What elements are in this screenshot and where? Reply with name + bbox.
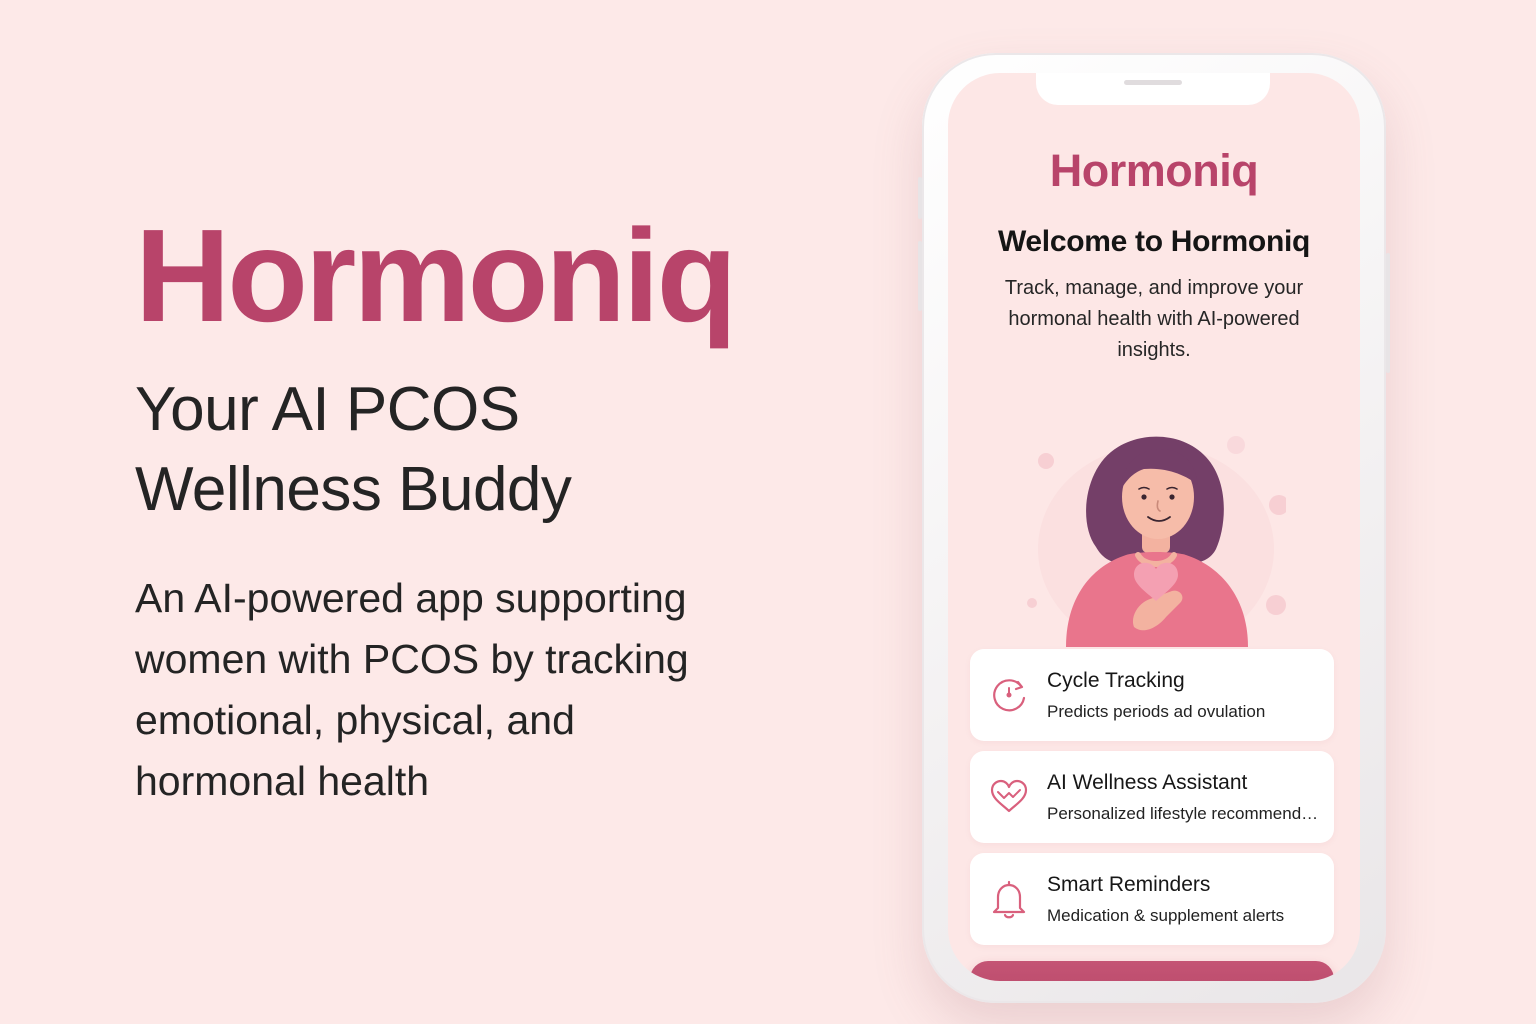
feature-card-description: Medication & supplement alerts [1047,906,1285,925]
hero-tagline: Your AI PCOS Wellness Buddy [135,370,775,530]
app-logo: Hormoniq [1049,145,1259,196]
hero-description: An AI-powered app supporting women with … [135,575,689,804]
phone-screen: Hormoniq Welcome to Hormoniq Track, mana… [948,73,1360,981]
feature-card-smart-reminders[interactable]: Smart Reminders Medication & supplement … [970,853,1334,945]
bell-icon [992,880,1026,919]
phone-side-button [918,177,922,219]
feature-card-title: Smart Reminders [1047,873,1211,896]
phone-notch [1036,73,1270,105]
hero-tagline-line-2: Wellness Buddy [135,455,572,524]
feature-card-title: AI Wellness Assistant [1047,771,1248,794]
heart-icon [990,779,1028,813]
phone-speaker [1124,80,1182,85]
welcome-subtitle: Track, manage, and improve your hormonal… [1004,277,1304,361]
phone-side-button [918,241,922,311]
phone-mockup: Hormoniq Welcome to Hormoniq Track, mana… [918,53,1390,1003]
welcome-title: Welcome to Hormoniq [997,225,1311,258]
phone-power-button [1386,253,1390,373]
get-started-button[interactable]: Get Started [970,961,1334,981]
hero-section: Hormoniq Your AI PCOS Wellness Buddy An … [135,210,775,812]
woman-heart-illustration [1027,436,1286,647]
feature-card-ai-wellness-assistant[interactable]: AI Wellness Assistant Personalized lifes… [970,751,1334,843]
cycle-icon [993,679,1026,712]
feature-card-cycle-tracking[interactable]: Cycle Tracking Predicts periods ad ovula… [970,649,1334,741]
hero-tagline-line-1: Your AI PCOS [135,375,520,444]
feature-card-description: Personalized lifestyle recommendations [1047,804,1325,823]
feature-card-description: Predicts periods ad ovulation [1047,702,1266,721]
feature-card-title: Cycle Tracking [1047,669,1185,692]
hero-brand-title: Hormoniq [135,202,737,349]
